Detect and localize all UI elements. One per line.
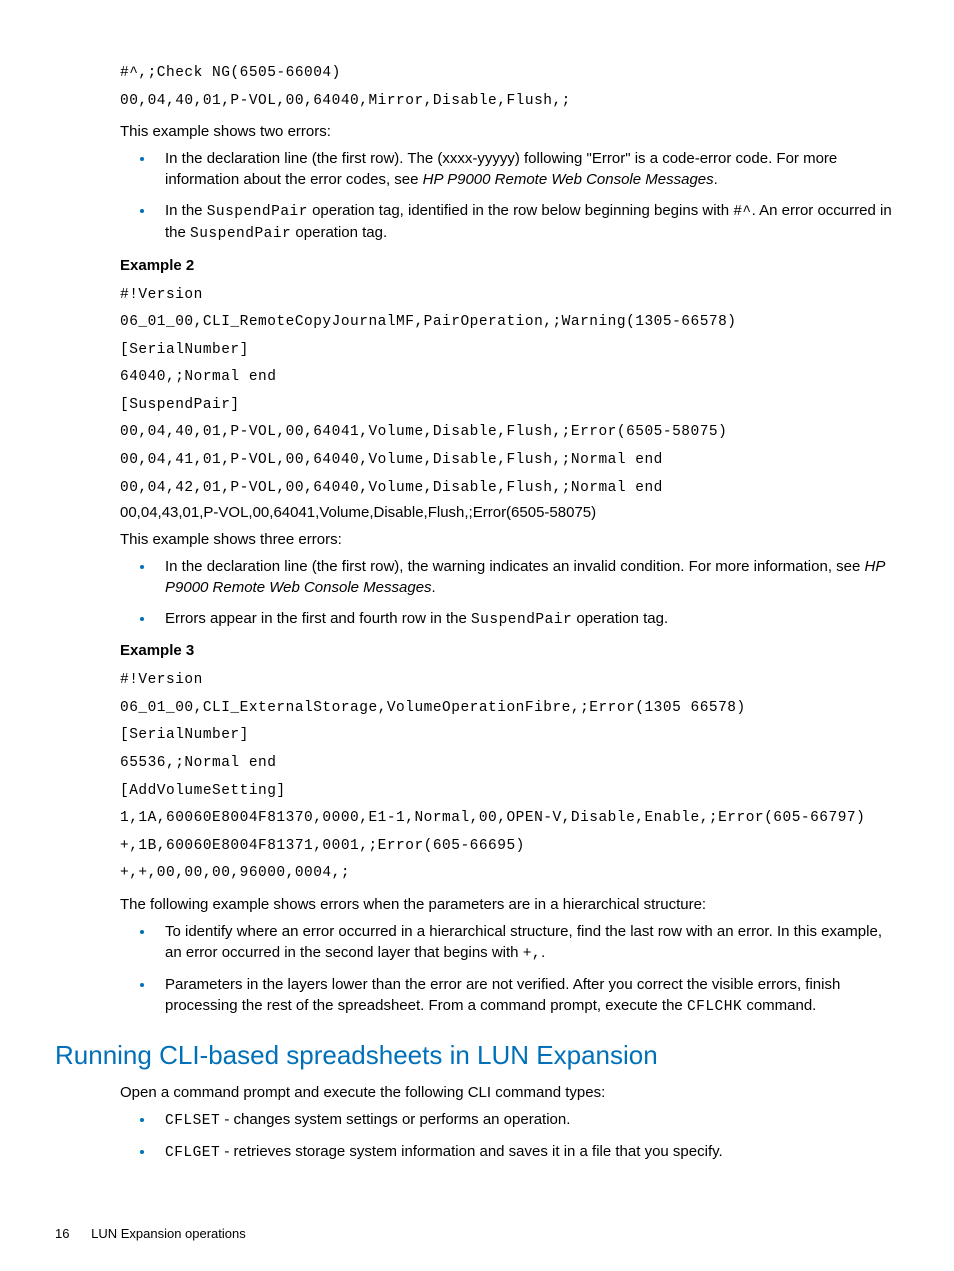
code-line: +,1B,60060E8004F81371,0001,;Error(605-66… (120, 833, 899, 861)
example-3-header: Example 3 (120, 640, 899, 661)
code-line: 64040,;Normal end (120, 364, 899, 392)
code-block-1: #^,;Check NG(6505-66004) 00,04,40,01,P-V… (120, 60, 899, 115)
paragraph: The following example shows errors when … (120, 894, 899, 915)
list-item: CFLGET - retrieves storage system inform… (155, 1141, 899, 1163)
bullet-list: CFLSET - changes system settings or perf… (135, 1109, 899, 1164)
code-line: 00,04,41,01,P-VOL,00,64040,Volume,Disabl… (120, 447, 899, 475)
paragraph: This example shows three errors: (120, 529, 899, 550)
paragraph: Open a command prompt and execute the fo… (120, 1082, 899, 1103)
code-line: [SerialNumber] (120, 337, 899, 365)
code-line: 00,04,40,01,P-VOL,00,64041,Volume,Disabl… (120, 419, 899, 447)
bullet-list: To identify where an error occurred in a… (135, 921, 899, 1018)
code-line: #!Version (120, 282, 899, 310)
list-item: Errors appear in the first and fourth ro… (155, 608, 899, 630)
code-line: [SerialNumber] (120, 722, 899, 750)
code-line-sans: 00,04,43,01,P-VOL,00,64041,Volume,Disabl… (120, 502, 899, 523)
bullet-list: In the declaration line (the first row).… (135, 148, 899, 245)
list-item: CFLSET - changes system settings or perf… (155, 1109, 899, 1131)
code-line: 06_01_00,CLI_ExternalStorage,VolumeOpera… (120, 695, 899, 723)
code-line: [SuspendPair] (120, 392, 899, 420)
code-block-2: #!Version 06_01_00,CLI_RemoteCopyJournal… (120, 282, 899, 502)
code-line: 00,04,42,01,P-VOL,00,64040,Volume,Disabl… (120, 475, 899, 503)
list-item: In the SuspendPair operation tag, identi… (155, 200, 899, 245)
paragraph: This example shows two errors: (120, 121, 899, 142)
page-footer: 16 LUN Expansion operations (55, 1225, 246, 1243)
example-2-header: Example 2 (120, 255, 899, 276)
list-item: Parameters in the layers lower than the … (155, 974, 899, 1017)
section-title: Running CLI-based spreadsheets in LUN Ex… (55, 1037, 899, 1073)
list-item: To identify where an error occurred in a… (155, 921, 899, 964)
code-line: +,+,00,00,00,96000,0004,; (120, 860, 899, 888)
code-line: 65536,;Normal end (120, 750, 899, 778)
bullet-list: In the declaration line (the first row),… (135, 556, 899, 630)
footer-title: LUN Expansion operations (91, 1226, 246, 1241)
code-line: #!Version (120, 667, 899, 695)
list-item: In the declaration line (the first row),… (155, 556, 899, 598)
list-item: In the declaration line (the first row).… (155, 148, 899, 190)
page-number: 16 (55, 1226, 69, 1241)
code-line: 00,04,40,01,P-VOL,00,64040,Mirror,Disabl… (120, 88, 899, 116)
code-line: 06_01_00,CLI_RemoteCopyJournalMF,PairOpe… (120, 309, 899, 337)
code-block-3: #!Version 06_01_00,CLI_ExternalStorage,V… (120, 667, 899, 887)
code-line: [AddVolumeSetting] (120, 778, 899, 806)
code-line: 1,1A,60060E8004F81370,0000,E1-1,Normal,0… (120, 805, 899, 833)
code-line: #^,;Check NG(6505-66004) (120, 60, 899, 88)
